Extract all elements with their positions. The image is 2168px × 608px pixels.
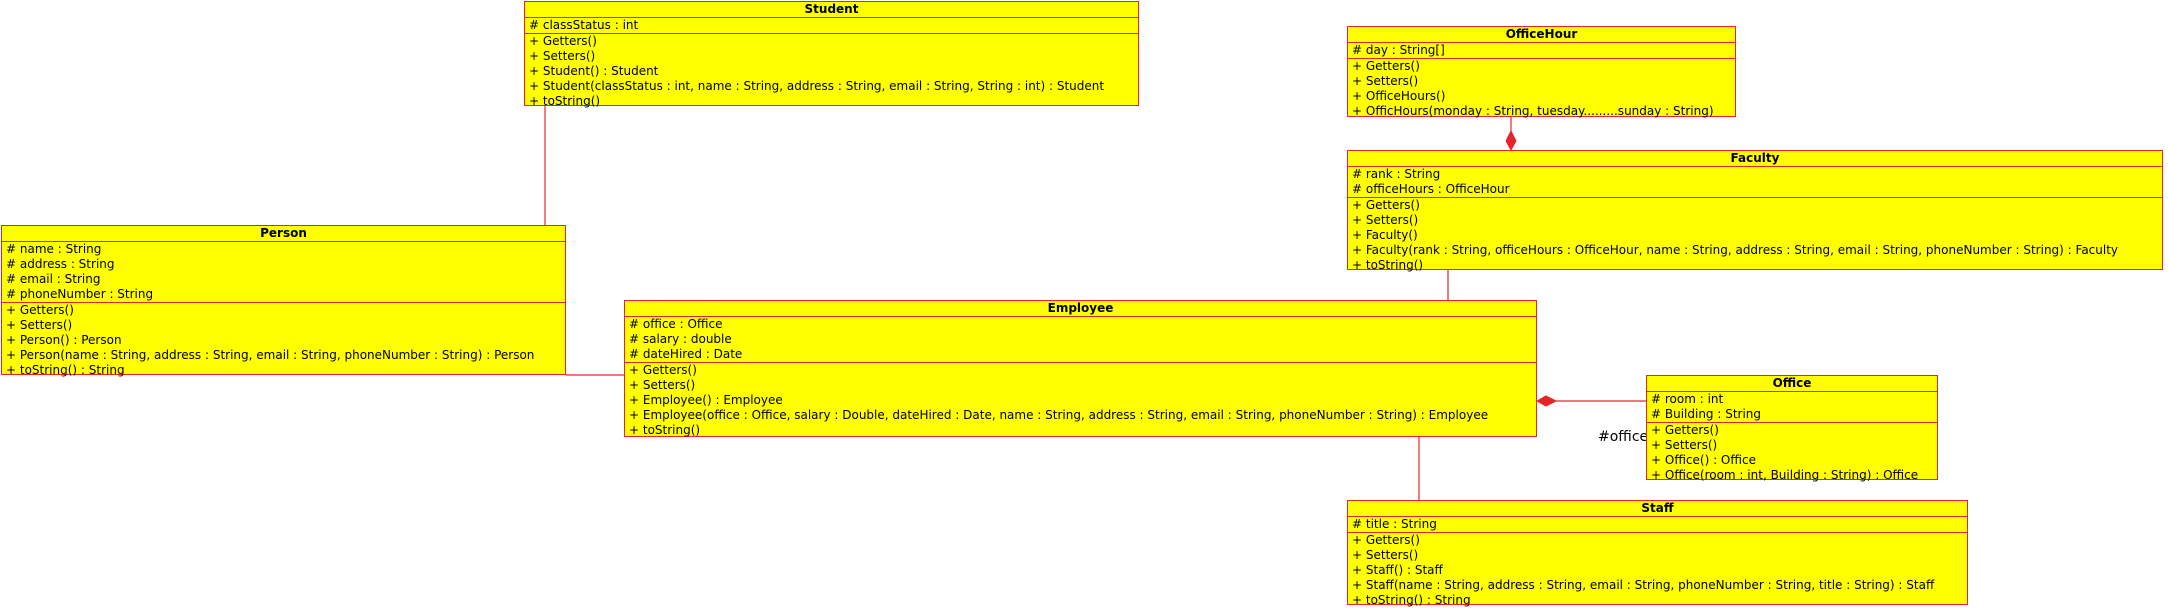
method-row: + Setters() [1352,548,1419,562]
class-staff: Staff # title : String + Getters() + Sett… [1347,500,1968,608]
attribute-row: # classStatus : int [529,18,639,32]
attribute-row: # dateHired : Date [629,347,743,361]
class-title: Office [1647,376,1937,392]
class-employee: Employee # office : Office # salary : dou… [624,300,1537,437]
methods-section: + Getters() + Setters() + Student() : Stud… [525,34,1138,109]
class-title: OfficeHour [1348,27,1735,43]
attributes-section: # classStatus : int [525,18,1138,34]
office-role-label: #office [1598,429,1649,445]
method-row: + Setters() [1651,438,1718,452]
attribute-row: # title : String [1352,517,1437,531]
attribute-row: # salary : double [629,332,732,346]
methods-section: + Getters() + Setters() + Faculty() + Facul… [1348,198,2162,273]
class-title: Employee [625,301,1536,317]
method-row: + Getters() [629,363,697,377]
methods-section: + Getters() + Setters() + OfficeHours() + O… [1348,59,1735,119]
attribute-row: # rank : String [1352,167,1441,181]
class-faculty: Faculty # rank : String # officeHours : O… [1347,150,2163,273]
method-row: + Setters() [6,318,73,332]
method-row: + Student() : Student [529,64,659,78]
method-row: + Employee(office : Office, salary : Dou… [629,408,1489,422]
method-row: + Faculty() [1352,228,1418,242]
methods-section: + Getters() + Setters() + Office() : Offic… [1647,423,1937,483]
attribute-row: # phoneNumber : String [6,287,154,301]
attribute-row: # office : Office [629,317,723,331]
method-row: + Setters() [1352,213,1419,227]
class-title: Person [2,226,565,242]
attribute-row: # room : int [1651,392,1724,406]
methods-section: + Getters() + Setters() + Employee() : Emp… [625,363,1536,438]
officehour-composition-diamond [1505,129,1517,152]
method-row: + Person(name : String, address : String… [6,348,535,362]
method-row: + Getters() [6,303,74,317]
method-row: + Getters() [1651,423,1719,437]
attribute-row: # name : String [6,242,102,256]
method-row: + Setters() [529,49,596,63]
method-row: + Staff(name : String, address : String,… [1352,578,1935,592]
methods-section: + Getters() + Setters() + Person() : Perso… [2,303,565,378]
method-row: + Getters() [1352,533,1420,547]
method-row: + toString() : String [6,363,125,377]
attributes-section: # title : String [1348,517,1967,533]
attributes-section: # room : int # Building : String [1647,392,1937,423]
method-row: + Person() : Person [6,333,122,347]
office-composition-diamond [1535,395,1558,407]
method-row: + Office() : Office [1651,453,1756,467]
attributes-section: # rank : String # officeHours : OfficeHou… [1348,167,2162,198]
class-title: Staff [1348,501,1967,517]
class-title: Faculty [1348,151,2162,167]
method-row: + Getters() [1352,198,1420,212]
method-row: + toString() [629,423,701,437]
class-title: Student [525,2,1138,18]
method-row: + Office(room : int, Building : String) … [1651,468,1919,482]
method-row: + Setters() [629,378,696,392]
attribute-row: # officeHours : OfficeHour [1352,182,1510,196]
class-student: Student # classStatus : int + Getters() +… [524,1,1139,109]
class-person: Person # name : String # address : String… [1,225,566,378]
method-row: + Faculty(rank : String, officeHours : O… [1352,243,2119,257]
class-office: Office # room : int # Building : String +… [1646,375,1938,483]
method-row: + toString() [529,94,601,108]
method-row: + Getters() [529,34,597,48]
method-row: + toString() : String [1352,593,1471,607]
method-row: + Employee() : Employee [629,393,783,407]
methods-section: + Getters() + Setters() + Staff() : Staff +… [1348,533,1967,608]
attributes-section: # name : String # address : String # email… [2,242,565,303]
method-row: + Getters() [1352,59,1420,73]
attributes-section: # office : Office # salary : double # date… [625,317,1536,363]
method-row: + OfficeHours() [1352,89,1446,103]
class-officehour: OfficeHour # day : String[] + Getters() +… [1347,26,1736,119]
method-row: + Setters() [1352,74,1419,88]
method-row: + Student(classStatus : int, name : Stri… [529,79,1105,93]
method-row: + toString() [1352,258,1424,272]
method-row: + Staff() : Staff [1352,563,1443,577]
attribute-row: # address : String [6,257,115,271]
attribute-row: # day : String[] [1352,43,1445,57]
attribute-row: # Building : String [1651,407,1762,421]
method-row: + OfficHours(monday : String, tuesday...… [1352,104,1714,118]
attributes-section: # day : String[] [1348,43,1735,59]
attribute-row: # email : String [6,272,101,286]
